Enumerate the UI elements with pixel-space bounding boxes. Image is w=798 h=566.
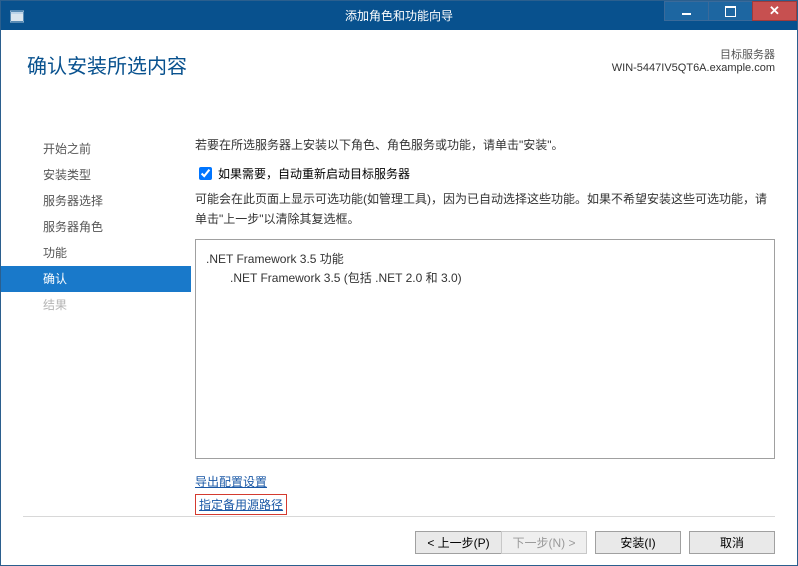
feature-item: .NET Framework 3.5 功能 — [206, 250, 764, 267]
close-button[interactable]: ✕ — [752, 1, 797, 21]
auto-restart-row[interactable]: 如果需要，自动重新启动目标服务器 — [195, 164, 775, 183]
target-server-info: 目标服务器 WIN-5447IV5QT6A.example.com — [612, 46, 775, 74]
auto-restart-checkbox[interactable] — [199, 167, 212, 180]
target-server-label: 目标服务器 — [612, 46, 775, 62]
window-controls: ✕ — [665, 1, 797, 21]
auto-restart-label: 如果需要，自动重新启动目标服务器 — [218, 165, 410, 182]
wizard-body: 确认安装所选内容 目标服务器 WIN-5447IV5QT6A.example.c… — [1, 30, 797, 565]
sidebar-item-before-you-begin[interactable]: 开始之前 — [1, 136, 191, 162]
export-config-link[interactable]: 导出配置设置 — [195, 473, 267, 490]
links-area: 导出配置设置 指定备用源路径 — [195, 473, 775, 519]
content-row: 开始之前 安装类型 服务器选择 服务器角色 功能 确认 结果 若要在所选服务器上… — [1, 130, 797, 515]
sidebar-item-server-roles[interactable]: 服务器角色 — [1, 214, 191, 240]
feature-item: .NET Framework 3.5 (包括 .NET 2.0 和 3.0) — [230, 269, 764, 286]
main-panel: 若要在所选服务器上安装以下角色、角色服务或功能，请单击"安装"。 如果需要，自动… — [191, 130, 797, 515]
specify-alternate-source-link[interactable]: 指定备用源路径 — [195, 494, 287, 515]
sidebar-item-features[interactable]: 功能 — [1, 240, 191, 266]
footer-separator — [23, 516, 775, 517]
titlebar: 添加角色和功能向导 ✕ — [1, 1, 797, 30]
wizard-footer: < 上一步(P) 下一步(N) > 安装(I) 取消 — [1, 519, 797, 565]
optional-features-note: 可能会在此页面上显示可选功能(如管理工具)，因为已自动选择这些功能。如果不希望安… — [195, 189, 775, 229]
target-server-name: WIN-5447IV5QT6A.example.com — [612, 62, 775, 74]
cancel-button[interactable]: 取消 — [689, 531, 775, 554]
app-icon — [9, 8, 25, 24]
header-area: 确认安装所选内容 目标服务器 WIN-5447IV5QT6A.example.c… — [1, 30, 797, 102]
sidebar-item-server-selection[interactable]: 服务器选择 — [1, 188, 191, 214]
minimize-button[interactable] — [664, 1, 709, 21]
nav-button-group: < 上一步(P) 下一步(N) > — [415, 531, 587, 554]
wizard-window: 添加角色和功能向导 ✕ 确认安装所选内容 目标服务器 WIN-5447IV5QT… — [0, 0, 798, 566]
window-title: 添加角色和功能向导 — [345, 7, 453, 24]
sidebar-item-installation-type[interactable]: 安装类型 — [1, 162, 191, 188]
sidebar-item-confirmation[interactable]: 确认 — [1, 266, 191, 292]
sidebar-item-results: 结果 — [1, 292, 191, 318]
previous-button[interactable]: < 上一步(P) — [415, 531, 501, 554]
maximize-button[interactable] — [708, 1, 753, 21]
instruction-text: 若要在所选服务器上安装以下角色、角色服务或功能，请单击"安装"。 — [195, 136, 775, 154]
install-button[interactable]: 安装(I) — [595, 531, 681, 554]
selected-features-list[interactable]: .NET Framework 3.5 功能 .NET Framework 3.5… — [195, 239, 775, 459]
wizard-sidebar: 开始之前 安装类型 服务器选择 服务器角色 功能 确认 结果 — [1, 130, 191, 515]
next-button: 下一步(N) > — [501, 531, 587, 554]
